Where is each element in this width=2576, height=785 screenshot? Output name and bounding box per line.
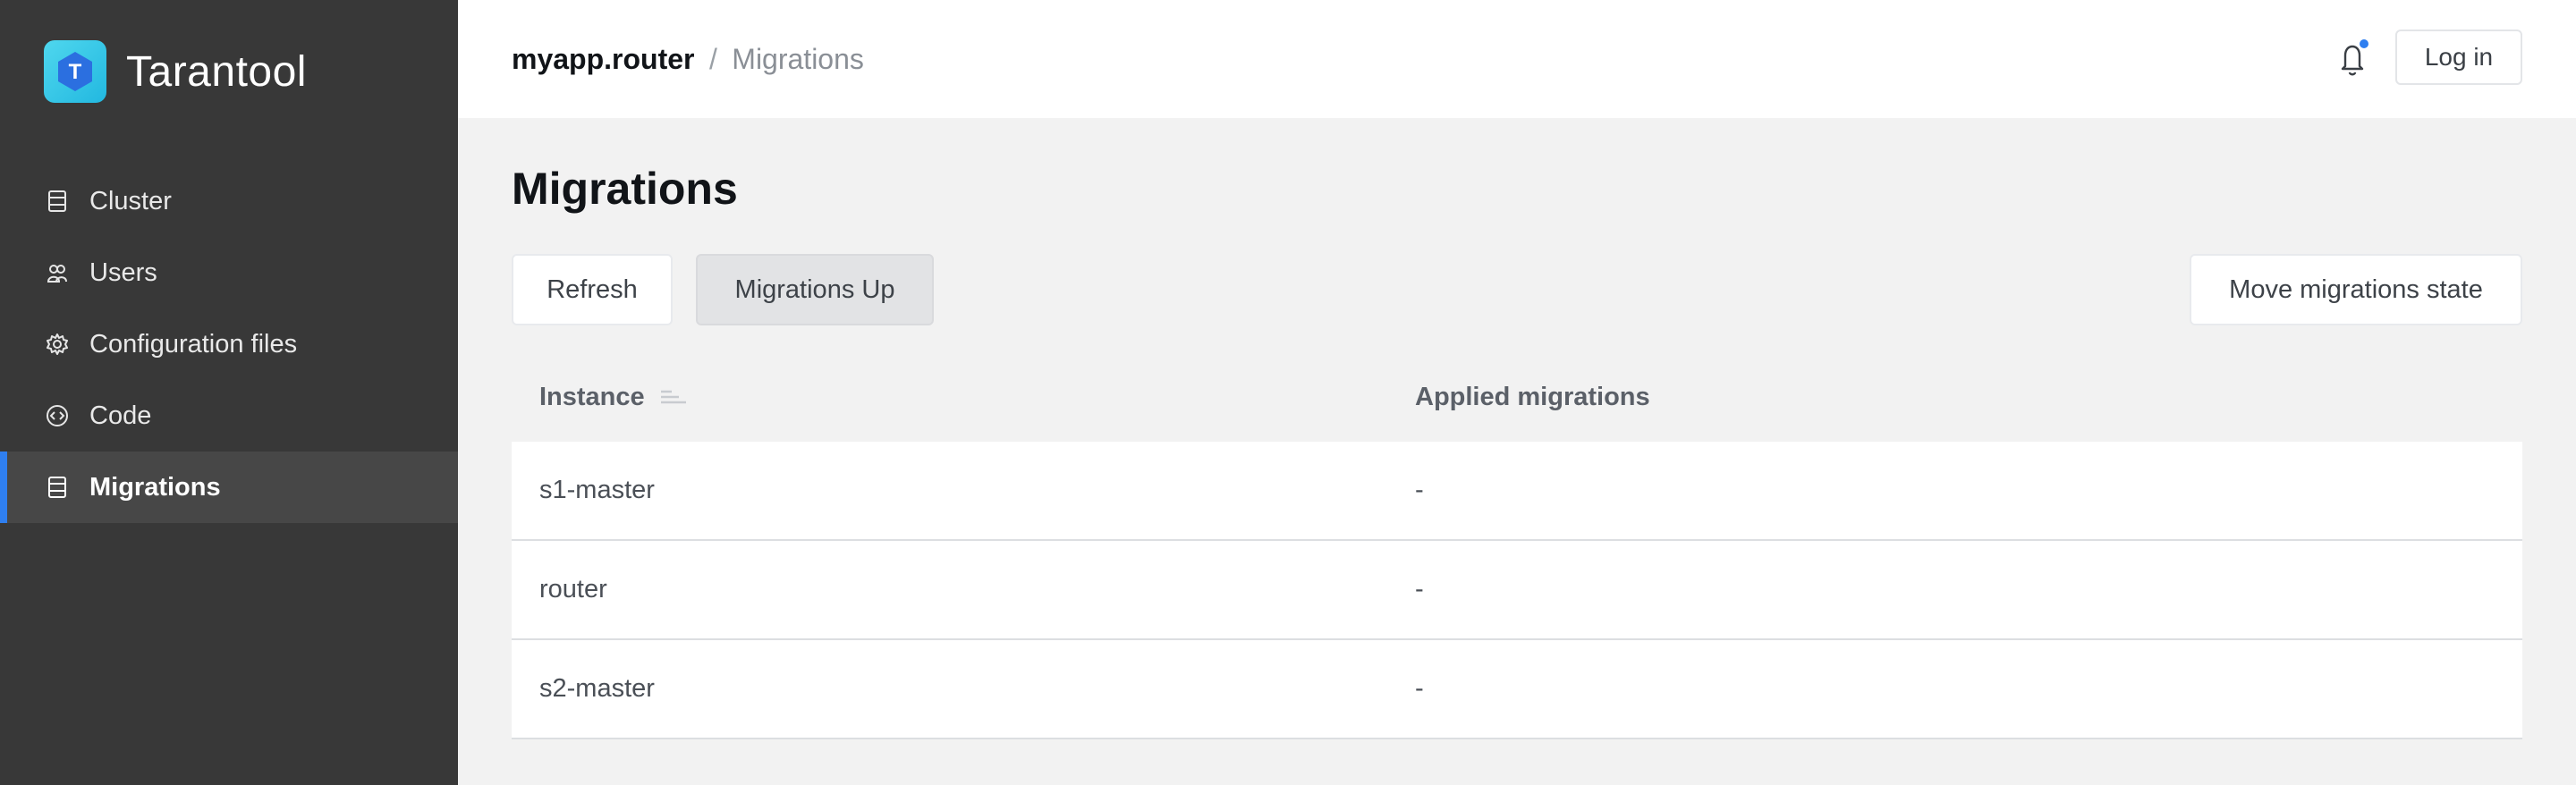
login-button[interactable]: Log in bbox=[2395, 30, 2522, 85]
column-header-label: Instance bbox=[539, 382, 645, 411]
table-row[interactable]: s1-master - bbox=[512, 442, 2522, 541]
refresh-button[interactable]: Refresh bbox=[512, 254, 673, 325]
sidebar: T Tarantool Cluster Users Configuration … bbox=[0, 0, 458, 785]
breadcrumb-separator: / bbox=[708, 42, 717, 75]
sidebar-item-configuration-files[interactable]: Configuration files bbox=[0, 308, 458, 380]
brand[interactable]: T Tarantool bbox=[0, 0, 458, 143]
cell-instance: s2-master bbox=[539, 674, 655, 703]
cell-instance: router bbox=[539, 575, 607, 604]
cell-applied-migrations: - bbox=[1415, 674, 1424, 703]
column-header-applied-migrations: Applied migrations bbox=[1415, 382, 1650, 411]
sidebar-nav: Cluster Users Configuration files Code M… bbox=[0, 165, 458, 523]
breadcrumb-app[interactable]: myapp.router bbox=[512, 43, 694, 75]
sidebar-item-label: Configuration files bbox=[89, 329, 298, 359]
breadcrumb-page: Migrations bbox=[732, 42, 864, 75]
cell-applied-migrations: - bbox=[1415, 575, 1424, 604]
app-root: T Tarantool Cluster Users Configuration … bbox=[0, 0, 2576, 785]
tarantool-logo-icon: T bbox=[44, 40, 106, 103]
sidebar-item-code[interactable]: Code bbox=[0, 380, 458, 452]
sidebar-item-label: Users bbox=[89, 257, 157, 287]
sort-icon[interactable] bbox=[659, 388, 688, 406]
svg-text:T: T bbox=[69, 60, 82, 84]
topbar: myapp.router / Migrations Log in bbox=[458, 0, 2576, 118]
notification-dot bbox=[2360, 39, 2368, 48]
page-title: Migrations bbox=[512, 164, 738, 214]
sidebar-item-label: Code bbox=[89, 401, 152, 430]
brand-name: Tarantool bbox=[126, 47, 307, 96]
code-icon bbox=[45, 403, 70, 428]
breadcrumb: myapp.router / Migrations bbox=[512, 43, 864, 76]
move-migrations-state-button[interactable]: Move migrations state bbox=[2190, 254, 2522, 325]
table-row[interactable]: s2-master - bbox=[512, 640, 2522, 739]
users-icon bbox=[45, 260, 70, 285]
main-area: myapp.router / Migrations Log in Migrati… bbox=[458, 0, 2576, 785]
server-icon bbox=[45, 189, 70, 214]
server-icon bbox=[45, 475, 70, 500]
sidebar-item-cluster[interactable]: Cluster bbox=[0, 165, 458, 237]
migrations-table: Instance Applied migrations s1-master - … bbox=[512, 352, 2522, 739]
column-header-instance[interactable]: Instance bbox=[512, 383, 1415, 412]
sidebar-item-label: Migrations bbox=[89, 472, 221, 502]
content: Migrations Refresh Migrations Up Move mi… bbox=[458, 118, 2576, 739]
table-row[interactable]: router - bbox=[512, 541, 2522, 640]
cell-applied-migrations: - bbox=[1415, 476, 1424, 504]
table-header: Instance Applied migrations bbox=[512, 352, 2522, 442]
cell-instance: s1-master bbox=[539, 476, 655, 504]
migrations-up-button[interactable]: Migrations Up bbox=[696, 254, 934, 325]
sidebar-item-users[interactable]: Users bbox=[0, 237, 458, 308]
sidebar-item-label: Cluster bbox=[89, 186, 172, 215]
sidebar-item-migrations[interactable]: Migrations bbox=[0, 452, 458, 523]
notifications-bell-icon[interactable] bbox=[2334, 39, 2370, 79]
gear-icon bbox=[45, 332, 70, 357]
toolbar: Refresh Migrations Up Move migrations st… bbox=[512, 254, 2522, 325]
